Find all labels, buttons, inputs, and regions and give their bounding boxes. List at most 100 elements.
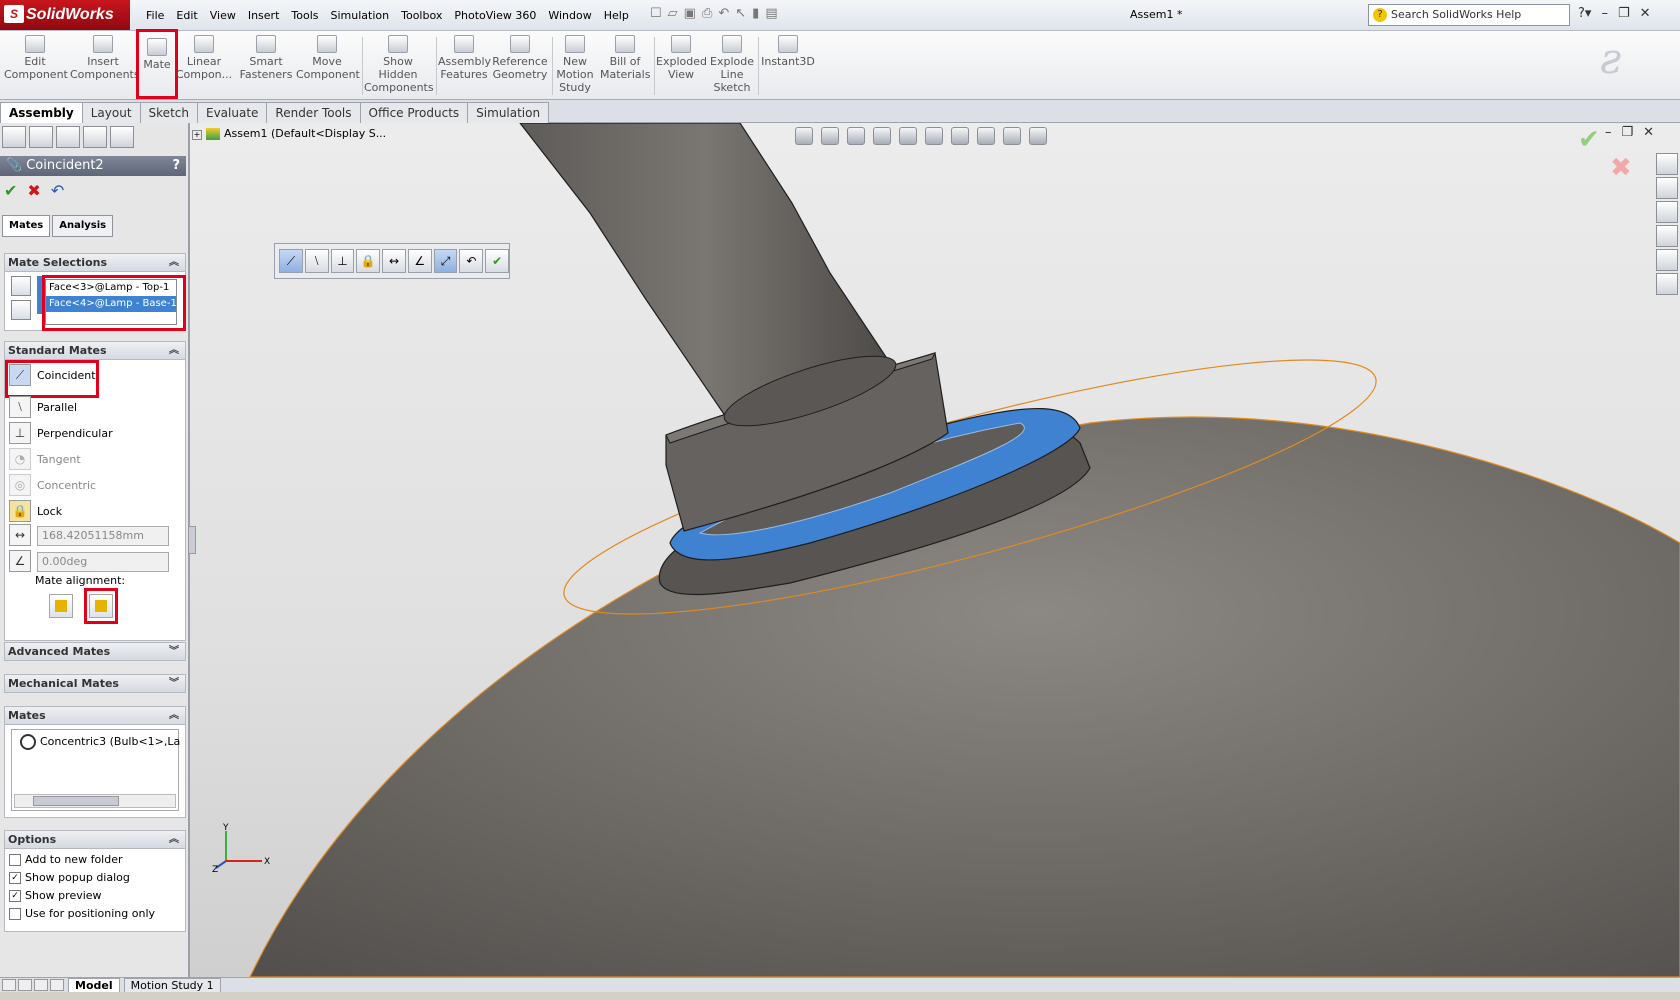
menu-simulation[interactable]: Simulation	[325, 9, 396, 22]
instant3d-button[interactable]: Instant3D	[760, 35, 816, 68]
tab-mates[interactable]: Mates	[2, 215, 51, 237]
select-icon[interactable]: ↖	[735, 6, 746, 21]
reference-geometry-button[interactable]: Reference Geometry	[492, 35, 548, 81]
view-orientation-icon[interactable]	[899, 127, 917, 145]
menu-file[interactable]: File	[140, 9, 170, 22]
search-help-input[interactable]: ? Search SolidWorks Help	[1368, 4, 1570, 26]
expand-icon[interactable]: ︾	[169, 643, 179, 660]
perpendicular-mate-button[interactable]: ⊥ Perpendicular	[9, 422, 113, 444]
custom-properties-icon[interactable]	[1656, 273, 1678, 295]
pm-help-button[interactable]: ?	[172, 156, 180, 176]
assembly-features-button[interactable]: Assembly Features	[438, 35, 491, 81]
open-icon[interactable]: ▱	[668, 6, 678, 21]
apply-scene-icon[interactable]	[1003, 127, 1021, 145]
scrollbar-thumb[interactable]	[33, 796, 119, 806]
feature-manager-icon[interactable]	[2, 126, 26, 148]
tab-analysis[interactable]: Analysis	[52, 215, 114, 237]
show-hidden-components-button[interactable]: Show Hidden Components	[364, 35, 434, 94]
angle-mate-button[interactable]: ∠	[9, 550, 37, 572]
menu-edit[interactable]: Edit	[170, 9, 203, 22]
flyout-feature-tree[interactable]: + Assem1 (Default<Display S...	[190, 127, 386, 140]
options-icon[interactable]: ▤	[765, 6, 777, 21]
view-palette-icon[interactable]	[1656, 225, 1678, 247]
next-tab-icon[interactable]	[34, 979, 48, 991]
collapse-icon[interactable]: ︽	[169, 342, 179, 359]
exploded-view-button[interactable]: Exploded View	[656, 35, 707, 81]
linear-component-pattern-button[interactable]: Linear Compon...	[174, 35, 234, 81]
lock-mate-button[interactable]: 🔒 Lock	[9, 500, 62, 522]
tab-model[interactable]: Model	[68, 977, 120, 993]
first-tab-icon[interactable]	[2, 979, 16, 991]
help-dropdown-icon[interactable]: ?▾	[1578, 6, 1591, 21]
aligned-button[interactable]	[49, 594, 73, 618]
close-icon[interactable]: ✕	[1643, 125, 1654, 140]
menu-help[interactable]: Help	[598, 9, 635, 22]
expand-icon[interactable]: +	[192, 130, 202, 140]
edit-component-button[interactable]: Edit Component	[4, 35, 68, 81]
previous-view-icon[interactable]	[847, 127, 865, 145]
minimize-icon[interactable]: –	[1601, 6, 1608, 21]
tab-render-tools[interactable]: Render Tools	[266, 102, 361, 123]
distance-value-field[interactable]: 168.42051158mm	[37, 526, 169, 546]
insert-components-button[interactable]: Insert Components	[70, 35, 140, 81]
undo-icon[interactable]: ↶	[459, 249, 484, 273]
panel-splitter-handle[interactable]	[188, 526, 196, 554]
tangent-mate-button[interactable]: ◔ Tangent	[9, 448, 81, 470]
minimize-icon[interactable]: –	[1605, 125, 1612, 140]
standard-mates-header[interactable]: Standard Mates ︽	[5, 342, 185, 360]
tab-office-products[interactable]: Office Products	[359, 102, 469, 123]
tab-evaluate[interactable]: Evaluate	[196, 102, 268, 123]
new-icon[interactable]: ☐	[650, 6, 662, 21]
checkbox-checked[interactable]: ✓	[9, 871, 21, 884]
mates-header[interactable]: Mates ︽	[5, 707, 185, 725]
save-icon[interactable]: ▣	[684, 6, 696, 21]
solidworks-logo[interactable]: S SolidWorks	[0, 0, 130, 30]
zoom-to-fit-icon[interactable]	[795, 127, 813, 145]
menu-insert[interactable]: Insert	[242, 9, 286, 22]
configuration-manager-icon[interactable]	[56, 126, 80, 148]
confirmation-ok-icon[interactable]: ✔	[1578, 125, 1600, 155]
design-library-icon[interactable]	[1656, 177, 1678, 199]
horizontal-scrollbar[interactable]	[14, 794, 176, 808]
rebuild-icon[interactable]: ▮	[752, 6, 759, 21]
edit-appearance-icon[interactable]	[977, 127, 995, 145]
mechanical-mates-header[interactable]: Mechanical Mates ︾	[5, 675, 185, 693]
parallel-icon[interactable]: ⧵	[304, 249, 329, 273]
close-icon[interactable]: ✕	[1640, 6, 1651, 21]
menu-tools[interactable]: Tools	[285, 9, 324, 22]
hide-show-items-icon[interactable]	[951, 127, 969, 145]
perpendicular-icon[interactable]: ⊥	[330, 249, 355, 273]
advanced-mates-group[interactable]: Advanced Mates ︾	[4, 642, 186, 661]
ok-check-icon[interactable]: ✔	[485, 249, 510, 273]
flip-alignment-icon[interactable]: ⤢	[433, 249, 458, 273]
checkbox-unchecked[interactable]	[9, 853, 21, 866]
collapse-icon[interactable]: ︽	[169, 707, 179, 724]
home-icon[interactable]	[1656, 153, 1678, 175]
tab-simulation[interactable]: Simulation	[467, 102, 550, 123]
undo-icon[interactable]: ↶	[718, 6, 729, 21]
mate-button[interactable]: Mate	[136, 29, 178, 99]
expand-icon[interactable]: ︾	[169, 675, 179, 692]
coincident-icon[interactable]: ⟋	[279, 249, 303, 273]
tab-motion-study-1[interactable]: Motion Study 1	[123, 977, 221, 993]
angle-icon[interactable]: ∠	[407, 249, 432, 273]
distance-icon[interactable]: ↔	[382, 249, 406, 273]
restore-icon[interactable]: ❐	[1618, 6, 1630, 21]
mate-selections-header[interactable]: Mate Selections ︽	[5, 254, 185, 272]
collapse-icon[interactable]: ︽	[169, 831, 179, 848]
appearances-icon[interactable]	[1656, 249, 1678, 271]
angle-value-field[interactable]: 0.00deg	[37, 552, 169, 572]
new-motion-study-button[interactable]: New Motion Study	[554, 35, 596, 94]
property-manager-icon[interactable]	[29, 126, 53, 148]
display-manager-icon[interactable]	[110, 126, 134, 148]
checkbox-checked[interactable]: ✓	[9, 889, 21, 902]
dimxpert-icon[interactable]	[83, 126, 107, 148]
prev-tab-icon[interactable]	[18, 979, 32, 991]
menu-photoview[interactable]: PhotoView 360	[448, 9, 542, 22]
confirmation-cancel-icon[interactable]: ✖	[1610, 153, 1632, 183]
undo-icon[interactable]: ↶	[51, 181, 64, 200]
mates-list[interactable]: Concentric3 (Bulb<1>,La	[11, 729, 180, 811]
display-style-icon[interactable]	[925, 127, 943, 145]
menu-window[interactable]: Window	[542, 9, 597, 22]
use-for-positioning-only-checkbox[interactable]: Use for positioning only	[9, 907, 155, 920]
